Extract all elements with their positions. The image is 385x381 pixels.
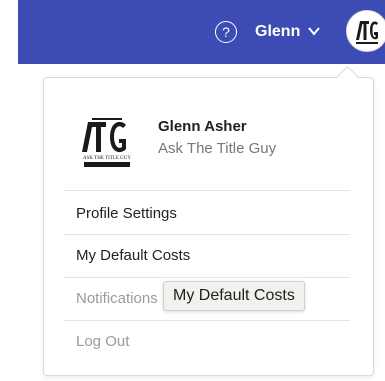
- user-menu-toggle[interactable]: Glenn: [255, 21, 300, 43]
- profile-summary: ASK THE TITLE GUY Glenn Asher Ask The Ti…: [64, 112, 354, 172]
- tooltip: My Default Costs: [163, 281, 305, 311]
- menu-item-profile-settings[interactable]: Profile Settings: [76, 204, 177, 224]
- profile-company: Ask The Title Guy: [158, 140, 277, 157]
- divider: [64, 320, 350, 321]
- logo-icon: [348, 12, 385, 50]
- chevron-down-icon[interactable]: [308, 26, 320, 36]
- avatar[interactable]: [346, 10, 385, 52]
- profile-name: Glenn Asher: [158, 118, 247, 135]
- divider: [64, 190, 350, 191]
- menu-item-notifications[interactable]: Notifications: [76, 289, 158, 309]
- top-navigation-bar: ? Glenn: [18, 0, 385, 64]
- divider: [64, 234, 350, 235]
- menu-item-log-out[interactable]: Log Out: [76, 332, 129, 352]
- menu-item-my-default-costs[interactable]: My Default Costs: [76, 246, 190, 266]
- logo-text: ASK THE TITLE GUY: [83, 156, 131, 161]
- divider: [64, 277, 350, 278]
- help-icon[interactable]: ?: [215, 21, 237, 43]
- company-logo-icon: ASK THE TITLE GUY: [82, 118, 131, 167]
- user-dropdown-menu: ASK THE TITLE GUY Glenn Asher Ask The Ti…: [43, 77, 374, 376]
